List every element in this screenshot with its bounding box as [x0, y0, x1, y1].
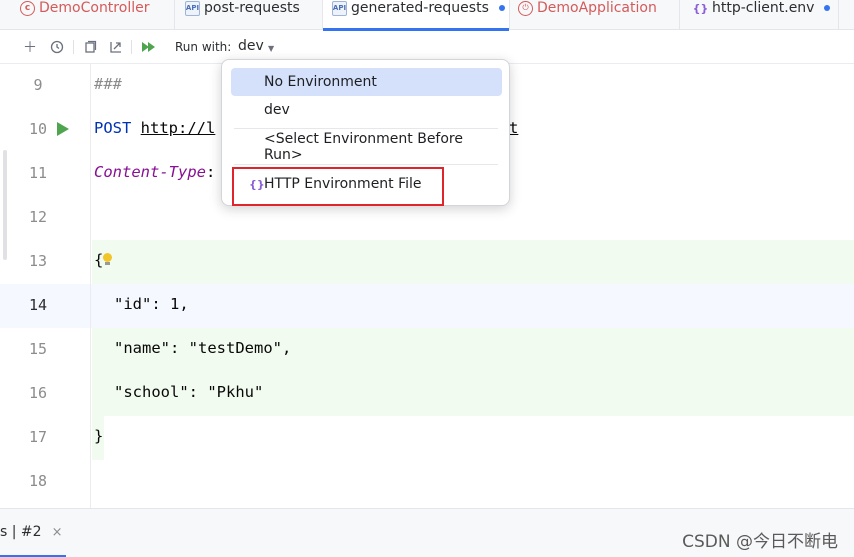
tab-label: post-requests — [204, 0, 300, 16]
tab-label: DemoApplication — [537, 0, 657, 16]
option-select-environment-before-run[interactable]: <Select Environment Before Run> — [231, 131, 502, 163]
run-with-label: Run with: — [175, 40, 232, 54]
code-line: 14 "id": 1, — [0, 284, 854, 328]
request-line: POST http://l — [94, 119, 215, 137]
tab-label: http-client.env — [712, 0, 815, 16]
history-icon[interactable] — [49, 39, 65, 55]
run-with-environment-select[interactable]: dev — [238, 38, 264, 54]
code-line: 18 — [0, 460, 854, 504]
api-icon: API — [332, 0, 347, 16]
chevron-down-icon[interactable]: ▼ — [268, 44, 274, 53]
json-field: "id": 1, — [114, 295, 189, 313]
json-field: "name": "testDemo", — [114, 339, 291, 357]
run-all-icon[interactable] — [141, 39, 157, 55]
code-line: 17 } — [0, 416, 854, 460]
tab-post-requests[interactable]: API post-requests — [185, 0, 300, 30]
highlight-annotation-box — [232, 167, 444, 206]
line-number: 18 — [28, 472, 48, 490]
json-field: "school": "Pkhu" — [114, 383, 263, 401]
toolbar-divider — [131, 40, 132, 54]
code-line: 13 { — [0, 240, 854, 284]
json-comma: , — [282, 339, 292, 357]
tab-demo-controller[interactable]: c DemoController — [20, 0, 149, 30]
line-number: 16 — [28, 384, 48, 402]
run-result-tab-label: s | #2 — [0, 524, 42, 540]
environment-dropdown: No Environment dev <Select Environment B… — [221, 59, 510, 206]
lightbulb-icon[interactable] — [103, 253, 112, 265]
option-label: <Select Environment Before Run> — [264, 131, 463, 163]
close-icon[interactable]: × — [52, 525, 63, 540]
line-number: 12 — [28, 208, 48, 226]
tab-divider — [509, 0, 510, 30]
dropdown-divider — [234, 164, 498, 165]
json-close-brace: } — [94, 427, 104, 445]
request-url[interactable]: http://l — [141, 119, 216, 137]
header-line: Content-Type: — [94, 163, 215, 181]
class-icon: c — [20, 0, 35, 16]
option-label: No Environment — [264, 74, 377, 90]
request-separator: ### — [94, 75, 122, 93]
tab-demo-application[interactable]: ⏻ DemoApplication — [518, 0, 657, 30]
option-label: dev — [264, 102, 290, 118]
json-key: "id" — [114, 295, 152, 313]
line-number: 10 — [28, 120, 48, 138]
line-number: 17 — [28, 428, 48, 446]
request-url-tail: t — [509, 119, 519, 137]
header-name: Content-Type — [94, 163, 206, 181]
api-icon: API — [185, 0, 200, 16]
modified-indicator — [498, 5, 505, 11]
toolbar-divider — [73, 40, 74, 54]
tab-label: generated-requests — [351, 0, 489, 16]
json-separator: : — [188, 383, 208, 401]
editor-tabs: c DemoController API post-requests API g… — [0, 0, 854, 31]
modified-indicator — [824, 5, 831, 11]
add-request-icon[interactable]: ＋ — [22, 39, 38, 56]
line-number: 9 — [33, 76, 43, 94]
header-colon: : — [205, 163, 216, 181]
json-value: "Pkhu" — [207, 383, 264, 401]
tab-http-client-env[interactable]: {} http-client.env — [692, 0, 831, 30]
services-panel: s | #2 × CSDN @今日不断电 — [0, 508, 854, 557]
spring-icon: ⏻ — [518, 0, 533, 16]
copy-icon[interactable] — [82, 39, 98, 55]
run-result-tab[interactable]: s | #2 × — [0, 509, 66, 557]
tab-divider — [679, 0, 680, 30]
tab-generated-requests[interactable]: API generated-requests — [323, 0, 509, 31]
line-number: 14 — [28, 296, 48, 314]
line-number: 13 — [28, 252, 48, 270]
code-line: 16 "school": "Pkhu" — [0, 372, 854, 416]
tab-divider — [838, 0, 839, 30]
option-dev[interactable]: dev — [231, 96, 502, 124]
env-json-icon: {} — [692, 1, 709, 15]
json-key: "name" — [114, 339, 170, 357]
json-open-brace: { — [94, 251, 104, 269]
http-method: POST — [94, 119, 132, 137]
option-no-environment[interactable]: No Environment — [231, 68, 502, 96]
line-number: 15 — [28, 340, 48, 358]
run-request-icon[interactable] — [57, 122, 69, 136]
dropdown-divider — [234, 128, 498, 129]
json-value: 1 — [170, 295, 180, 313]
tab-label: DemoController — [39, 0, 150, 16]
json-value: "testDemo" — [188, 339, 282, 357]
line-number: 11 — [28, 164, 48, 182]
watermark-text: CSDN @今日不断电 — [682, 532, 838, 552]
code-line: 15 "name": "testDemo", — [0, 328, 854, 372]
json-separator: : — [151, 295, 170, 313]
json-separator: : — [170, 339, 189, 357]
tab-divider — [174, 0, 175, 30]
json-key: "school" — [114, 383, 189, 401]
json-comma: , — [179, 295, 189, 313]
convert-icon[interactable] — [108, 39, 124, 55]
